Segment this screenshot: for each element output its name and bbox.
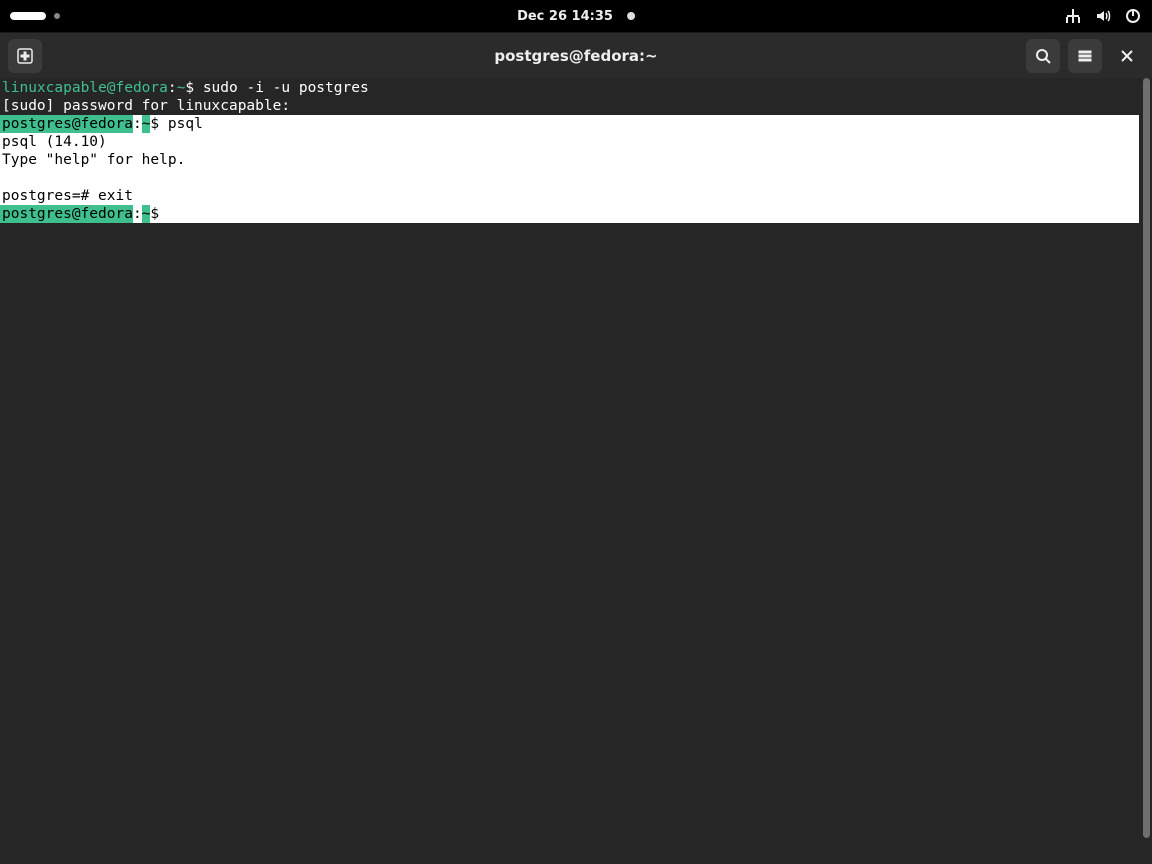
gnome-top-bar: Dec 26 14:35 bbox=[0, 0, 1152, 32]
new-tab-button[interactable] bbox=[8, 39, 42, 73]
terminal-line: postgres@fedora:~$ bbox=[0, 205, 1139, 223]
terminal-content[interactable]: linuxcapable@fedora:~$ sudo -i -u postgr… bbox=[0, 78, 1139, 864]
search-button[interactable] bbox=[1026, 39, 1060, 73]
volume-icon[interactable] bbox=[1094, 7, 1112, 25]
terminal-line: [sudo] password for linuxcapable: bbox=[0, 97, 1139, 115]
terminal-viewport[interactable]: linuxcapable@fedora:~$ sudo -i -u postgr… bbox=[0, 78, 1152, 864]
terminal-line: postgres=# exit bbox=[0, 187, 1139, 205]
power-icon[interactable] bbox=[1124, 7, 1142, 25]
hamburger-menu-button[interactable] bbox=[1068, 39, 1102, 73]
workspace-dot-icon bbox=[54, 13, 60, 19]
system-tray[interactable] bbox=[1064, 7, 1142, 25]
clock-area[interactable]: Dec 26 14:35 bbox=[517, 9, 635, 24]
close-icon bbox=[1121, 50, 1133, 62]
network-icon[interactable] bbox=[1064, 7, 1082, 25]
clock-text: Dec 26 14:35 bbox=[517, 9, 613, 24]
terminal-line bbox=[0, 169, 1139, 187]
activities-corner[interactable] bbox=[10, 12, 60, 20]
notification-dot-icon bbox=[627, 12, 635, 20]
close-button[interactable] bbox=[1110, 39, 1144, 73]
terminal-line: Type "help" for help. bbox=[0, 151, 1139, 169]
scrollbar-thumb[interactable] bbox=[1143, 78, 1150, 838]
terminal-header-bar: postgres@fedora:~ bbox=[0, 32, 1152, 78]
terminal-line: psql (14.10) bbox=[0, 133, 1139, 151]
window-title: postgres@fedora:~ bbox=[494, 47, 657, 65]
scrollbar[interactable] bbox=[1139, 78, 1152, 864]
terminal-line: linuxcapable@fedora:~$ sudo -i -u postgr… bbox=[0, 79, 1139, 97]
terminal-line: postgres@fedora:~$ psql bbox=[0, 115, 1139, 133]
activities-pill-icon bbox=[10, 12, 46, 20]
